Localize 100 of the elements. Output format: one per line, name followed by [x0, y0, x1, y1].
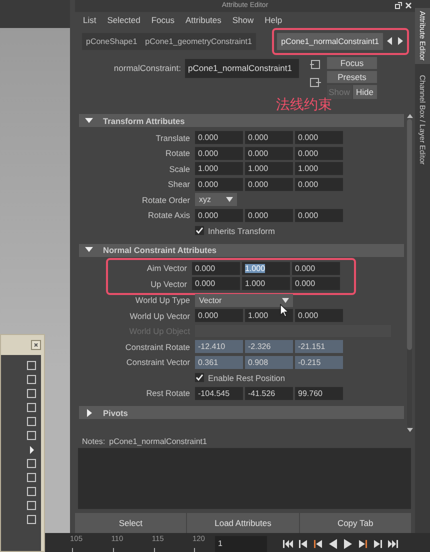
field-label: Aim Vector — [146, 263, 188, 274]
field-label: Rotate Axis — [147, 210, 191, 220]
checkbox[interactable] — [27, 459, 36, 469]
collapse-arrow-icon[interactable] — [85, 116, 93, 125]
caret-icon — [226, 197, 233, 202]
side-button[interactable]: Focus — [327, 57, 377, 70]
tab[interactable]: pCone1_geometryConstraint1 — [141, 32, 256, 50]
toggle-button[interactable]: Hide — [352, 85, 377, 100]
tab[interactable]: pConeShape1 — [82, 32, 142, 50]
submenu-arrow-icon[interactable] — [27, 445, 36, 455]
number-field[interactable]: 99.760 — [295, 386, 343, 400]
skip-to-end-icon[interactable] — [388, 539, 398, 549]
side-button[interactable]: Presets — [327, 71, 377, 84]
field-label: Rotate — [164, 148, 191, 158]
field-label: Translate — [154, 132, 191, 143]
field-label: Rest Rotate — [145, 388, 191, 398]
number-field[interactable]: 0.000 — [195, 178, 243, 191]
play-icon[interactable] — [343, 539, 353, 549]
number-field[interactable]: 1.000 — [295, 162, 343, 176]
menu-item[interactable]: List — [83, 14, 96, 25]
checkbox[interactable] — [27, 473, 36, 483]
number-field[interactable]: -2.326 — [245, 340, 293, 354]
cursor-icon — [280, 304, 289, 317]
checkbox[interactable] — [27, 403, 36, 413]
frame-field[interactable]: 1 — [215, 536, 267, 552]
menu-item[interactable]: Show — [232, 14, 254, 25]
field-label: Scale — [168, 164, 191, 174]
next-key-icon[interactable] — [358, 539, 368, 549]
number-field[interactable]: 0.000 — [195, 208, 243, 222]
collapse-arrow-icon[interactable] — [85, 246, 93, 254]
section-header[interactable]: Normal Constraint Attributes — [79, 244, 404, 257]
section-header[interactable]: Pivots — [79, 406, 404, 420]
step-back-icon[interactable] — [298, 539, 308, 549]
menu-item[interactable]: Focus — [151, 14, 174, 25]
section-header[interactable]: Transform Attributes — [79, 114, 404, 128]
number-field[interactable]: 0.000 — [192, 262, 240, 275]
annotation-text: 法线约束 — [276, 97, 332, 114]
field-label: World Up Vector — [128, 310, 191, 321]
number-field[interactable]: 0.000 — [245, 131, 293, 144]
step-forward-icon[interactable] — [373, 539, 383, 549]
output-connection-icon[interactable] — [310, 77, 321, 88]
left-arrow-icon[interactable] — [387, 37, 393, 46]
menu-item[interactable]: Selected — [107, 14, 140, 25]
checkbox[interactable] — [27, 501, 36, 511]
number-field[interactable]: -41.526 — [245, 386, 293, 400]
tab[interactable]: pCone1_normalConstraint1 — [277, 32, 383, 50]
field-label: Inherits Transform — [208, 226, 275, 236]
number-field[interactable]: -12.410 — [195, 340, 243, 354]
number-field[interactable]: 0.908 — [245, 356, 293, 369]
number-field[interactable]: 0.000 — [195, 309, 243, 322]
checkbox[interactable] — [27, 389, 36, 399]
field-label: Enable Rest Position — [208, 372, 286, 383]
menu-item[interactable]: Help — [264, 14, 282, 25]
checkbox[interactable] — [27, 431, 36, 441]
number-field[interactable]: -0.215 — [295, 356, 343, 369]
number-field[interactable]: 1.000 — [245, 162, 293, 176]
number-field[interactable]: 0.000 — [245, 178, 293, 191]
number-field[interactable]: 0.000 — [295, 309, 343, 322]
number-field[interactable]: 0.000 — [295, 208, 343, 222]
menu-item[interactable]: Attributes — [185, 14, 222, 25]
action-button[interactable]: Select — [75, 513, 186, 534]
input-connection-icon[interactable] — [310, 59, 321, 70]
number-field[interactable]: 0.000 — [295, 178, 343, 191]
number-field[interactable]: 0.361 — [195, 356, 243, 369]
dropdown[interactable]: xyz — [195, 193, 237, 206]
section-title: Transform Attributes — [103, 116, 185, 126]
number-field[interactable]: 0.000 — [292, 277, 340, 290]
number-field[interactable]: 0.000 — [245, 208, 293, 222]
number-field[interactable]: 0.000 — [292, 262, 340, 275]
dropdown[interactable]: Vector — [195, 294, 293, 307]
number-field[interactable]: -104.545 — [195, 386, 243, 400]
checkbox[interactable] — [27, 487, 36, 497]
number-field[interactable]: 0.000 — [192, 277, 240, 290]
field-label: Rotate Order — [141, 194, 191, 205]
field-label: Constraint Rotate — [124, 342, 191, 352]
checkbox[interactable] — [27, 375, 36, 385]
number-field[interactable]: 1.000 — [242, 277, 290, 290]
float-icon[interactable] — [395, 2, 402, 9]
node-name-field[interactable]: pCone1_normalConstraint1 — [185, 59, 299, 78]
action-button[interactable]: Copy Tab — [300, 513, 411, 534]
node-label: normalConstraint: — [112, 62, 181, 76]
checkbox[interactable] — [27, 515, 36, 525]
close-icon[interactable] — [31, 340, 41, 350]
checkbox[interactable] — [27, 361, 36, 371]
number-field[interactable]: 0.000 — [195, 131, 243, 144]
play-backward-icon[interactable] — [328, 539, 338, 549]
number-field[interactable]: 0.000 — [245, 146, 293, 160]
section-title: Pivots — [103, 408, 128, 418]
number-field[interactable]: -21.151 — [295, 340, 343, 354]
field-label: Up Vector — [150, 278, 188, 289]
number-field[interactable]: 1.000 — [195, 162, 243, 176]
expand-arrow-icon[interactable] — [85, 408, 93, 417]
number-field[interactable]: 0.000 — [295, 131, 343, 144]
previous-key-icon[interactable] — [313, 539, 323, 549]
number-field[interactable]: 0.000 — [195, 146, 243, 160]
number-field[interactable]: 0.000 — [295, 146, 343, 160]
action-button[interactable]: Load Attributes — [187, 513, 299, 534]
skip-to-start-icon[interactable] — [283, 539, 293, 549]
right-arrow-icon[interactable] — [397, 37, 403, 46]
checkbox[interactable] — [27, 417, 36, 427]
